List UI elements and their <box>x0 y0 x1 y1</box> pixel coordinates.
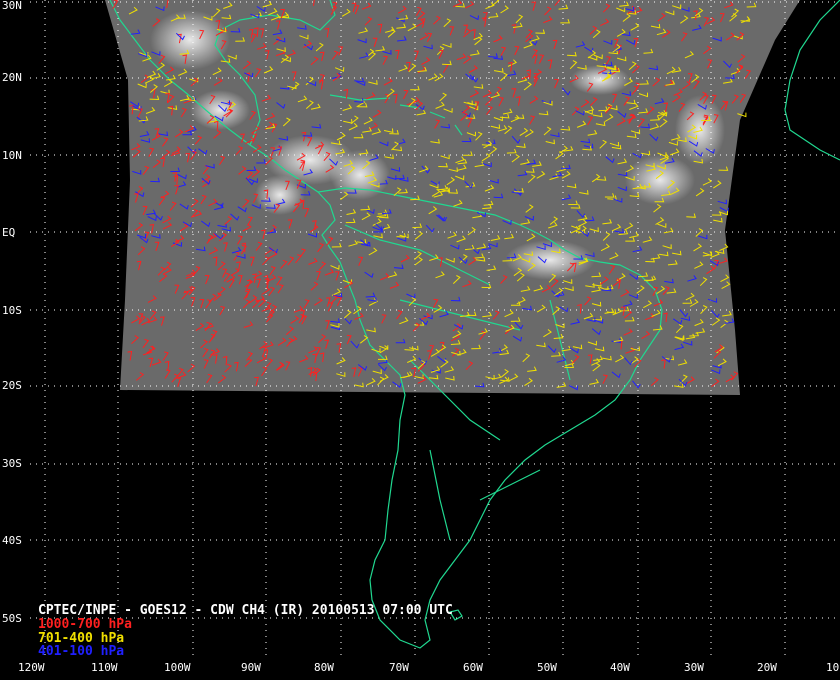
lon-label-110w: 110W <box>91 661 118 674</box>
lon-label-90w: 90W <box>241 661 261 674</box>
cloud-patch <box>625 155 695 205</box>
lon-label-10w: 10 <box>826 661 840 674</box>
lon-label-20w: 20W <box>757 661 777 674</box>
lon-label-70w: 70W <box>389 661 409 674</box>
lon-label-30w: 30W <box>684 661 704 674</box>
cloud-patch <box>570 65 630 95</box>
africa-coastline <box>784 0 840 161</box>
lat-label-50s: 50S <box>2 612 22 625</box>
lat-label-20n: 20N <box>2 71 22 84</box>
lon-label-80w: 80W <box>314 661 334 674</box>
lat-label-30s: 30S <box>2 457 22 470</box>
lon-label-60w: 60W <box>463 661 483 674</box>
lat-label-eq: EQ <box>2 226 16 239</box>
lon-label-100w: 100W <box>164 661 191 674</box>
lat-label-40s: 40S <box>2 534 22 547</box>
legend-low-level: 1000-700 hPa <box>38 617 132 632</box>
map-title: CPTEC/INPE - GOES12 - CDW CH4 (IR) 20100… <box>38 603 453 618</box>
cloud-patch <box>255 175 305 215</box>
wind-vector-map: 30N 20N 10N EQ 10S 20S 30S 40S 50S 120W … <box>0 0 840 680</box>
lon-label-40w: 40W <box>610 661 630 674</box>
map-canvas <box>30 0 840 660</box>
lon-label-50w: 50W <box>537 661 557 674</box>
lat-label-20s: 20S <box>2 379 22 392</box>
lat-label-30n: 30N <box>2 0 22 12</box>
legend-high-level: 401-100 hPa <box>38 644 125 659</box>
cloud-patch <box>150 10 230 70</box>
cloud-patch <box>190 90 250 130</box>
lat-label-10s: 10S <box>2 304 22 317</box>
lon-label-120w: 120W <box>18 661 45 674</box>
lat-label-10n: 10N <box>2 149 22 162</box>
